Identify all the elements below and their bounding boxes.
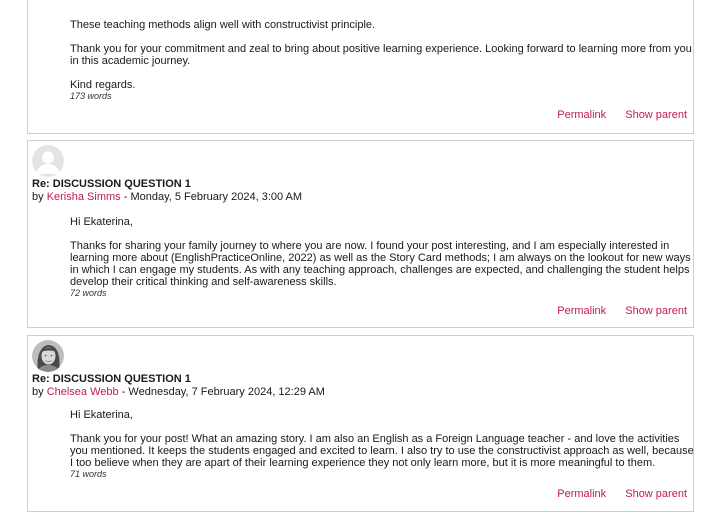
post-actions: Permalink Show parent bbox=[541, 305, 687, 317]
author-link[interactable]: Kerisha Simms bbox=[47, 191, 121, 203]
post-paragraph: These teaching methods align well with c… bbox=[70, 19, 376, 31]
user-photo-icon[interactable] bbox=[32, 340, 64, 372]
post-paragraph: Kind regards. bbox=[70, 79, 136, 91]
show-parent-link[interactable]: Show parent bbox=[625, 305, 687, 317]
post-subject: Re: DISCUSSION QUESTION 1 bbox=[32, 178, 191, 190]
post-subject: Re: DISCUSSION QUESTION 1 bbox=[32, 373, 191, 385]
word-count: 173 words bbox=[70, 91, 112, 101]
post-date: - Wednesday, 7 February 2024, 12:29 AM bbox=[121, 386, 325, 398]
forum-post: Re: DISCUSSION QUESTION 1 by Chelsea Web… bbox=[27, 335, 694, 512]
forum-post: These teaching methods align well with c… bbox=[27, 0, 694, 134]
show-parent-link[interactable]: Show parent bbox=[625, 109, 687, 121]
by-label: by bbox=[32, 191, 44, 203]
post-byline: by Chelsea Webb - Wednesday, 7 February … bbox=[32, 386, 325, 398]
post-paragraph: Hi Ekaterina, bbox=[70, 216, 133, 228]
post-actions: Permalink Show parent bbox=[541, 488, 687, 500]
permalink-link[interactable]: Permalink bbox=[557, 109, 606, 121]
post-actions: Permalink Show parent bbox=[541, 109, 687, 121]
forum-discussion: These teaching methods align well with c… bbox=[0, 0, 722, 530]
word-count: 72 words bbox=[70, 288, 107, 298]
post-content: These teaching methods align well with c… bbox=[70, 19, 699, 101]
by-label: by bbox=[32, 386, 44, 398]
post-paragraph: Thank you for your commitment and zeal t… bbox=[70, 43, 692, 67]
show-parent-link[interactable]: Show parent bbox=[625, 488, 687, 500]
post-paragraph: Thank you for your post! What an amazing… bbox=[70, 433, 694, 469]
post-date: - Monday, 5 February 2024, 3:00 AM bbox=[123, 191, 303, 203]
post-byline: by Kerisha Simms - Monday, 5 February 20… bbox=[32, 191, 302, 203]
author-link[interactable]: Chelsea Webb bbox=[47, 386, 119, 398]
default-user-icon[interactable] bbox=[32, 145, 64, 177]
permalink-link[interactable]: Permalink bbox=[557, 488, 606, 500]
forum-post: Re: DISCUSSION QUESTION 1 by Kerisha Sim… bbox=[27, 140, 694, 328]
word-count: 71 words bbox=[70, 469, 107, 479]
post-content: Hi Ekaterina, Thank you for your post! W… bbox=[70, 409, 699, 479]
post-content: Hi Ekaterina, Thanks for sharing your fa… bbox=[70, 216, 699, 298]
post-paragraph: Hi Ekaterina, bbox=[70, 409, 133, 421]
post-paragraph: Thanks for sharing your family journey t… bbox=[70, 240, 691, 288]
permalink-link[interactable]: Permalink bbox=[557, 305, 606, 317]
